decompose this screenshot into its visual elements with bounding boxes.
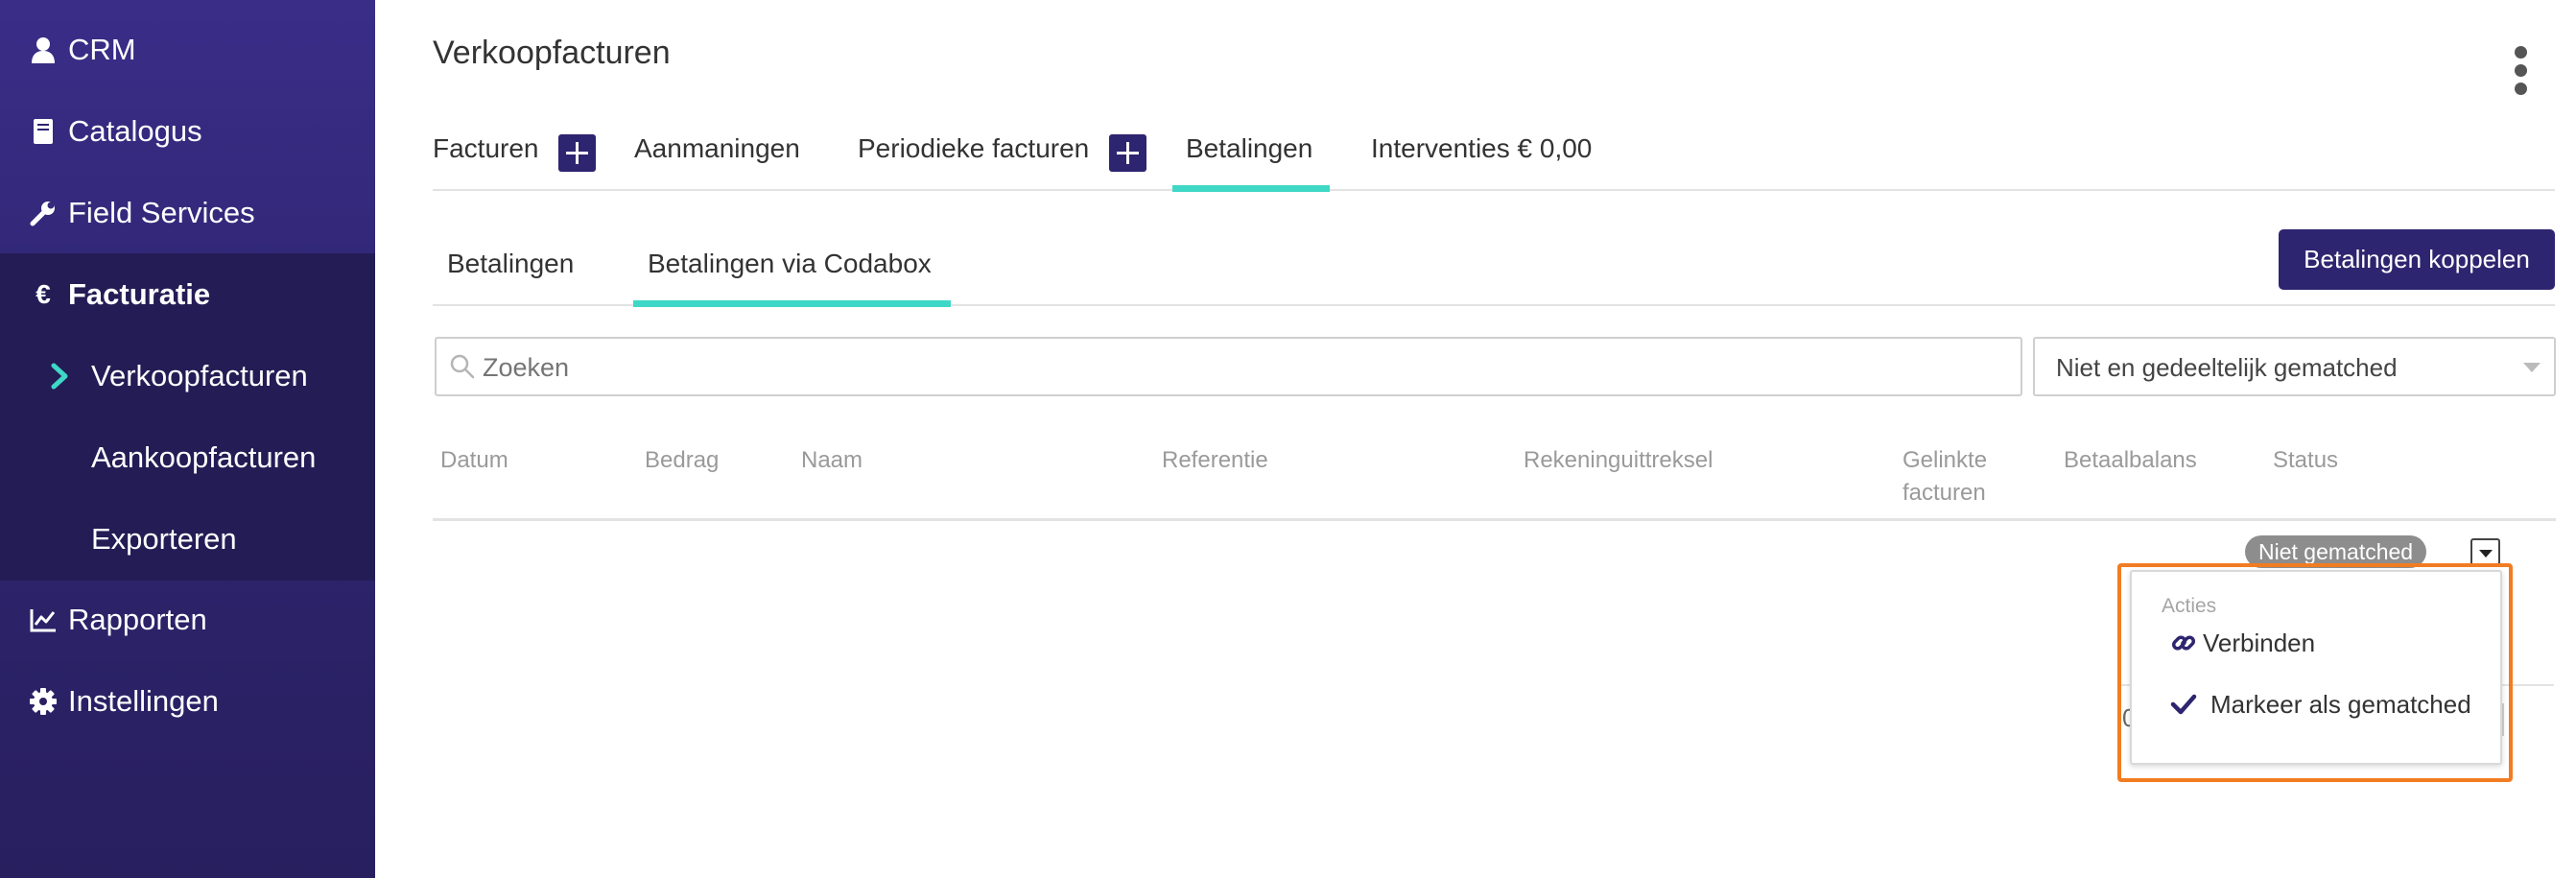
search-icon: [450, 354, 475, 379]
main-tabs: Facturen Aanmaningen Periodieke facturen…: [433, 115, 2555, 192]
sidebar-subitem-exporteren[interactable]: Exporteren: [0, 498, 375, 580]
sidebar-subitem-aankoopfacturen[interactable]: Aankoopfacturen: [0, 416, 375, 498]
column-header-betaalbalans[interactable]: Betaalbalans: [2064, 444, 2197, 477]
sidebar-item-rapporten[interactable]: Rapporten: [0, 579, 375, 660]
add-factuur-button[interactable]: [558, 134, 596, 172]
tab-label: Aanmaningen: [634, 132, 800, 163]
sidebar-item-label: CRM: [68, 32, 136, 66]
column-header-bedrag[interactable]: Bedrag: [645, 444, 719, 477]
row-actions-menu: Acties Verbinden Markeer als gematched: [2130, 570, 2502, 765]
sidebar-item-facturatie[interactable]: € Facturatie: [0, 253, 375, 335]
column-header-referentie[interactable]: Referentie: [1162, 444, 1268, 477]
sidebar-item-label: Facturatie: [68, 276, 211, 311]
add-periodieke-factuur-button[interactable]: [1109, 134, 1146, 172]
column-header-gelinkte-facturen[interactable]: Gelinkte facturen: [1902, 444, 1987, 510]
tab-label: Betalingen: [447, 248, 575, 278]
column-header-status[interactable]: Status: [2273, 444, 2338, 477]
tab-label: Betalingen: [1186, 132, 1313, 163]
menu-header: Acties: [2162, 595, 2217, 617]
menu-item-label: Markeer als gematched: [2210, 689, 2471, 719]
column-header-rekeninguittreksel[interactable]: Rekeninguittreksel: [1524, 444, 1713, 477]
menu-item-markeer-als-gematched[interactable]: Markeer als gematched: [2132, 677, 2500, 731]
tab-betalingen-sub[interactable]: Betalingen: [447, 230, 574, 306]
chevron-down-icon: [2523, 363, 2541, 372]
sidebar-item-field-services[interactable]: Field Services: [0, 172, 375, 253]
link-icon: [2170, 629, 2197, 656]
sidebar-item-label: Rapporten: [68, 602, 207, 636]
sidebar-subitem-label: Verkoopfacturen: [91, 358, 308, 392]
link-payments-button[interactable]: Betalingen koppelen: [2279, 229, 2555, 290]
sidebar-item-label: Instellingen: [68, 683, 219, 718]
wrench-icon: [29, 199, 58, 227]
search-input[interactable]: [483, 346, 2008, 389]
tab-aanmaningen[interactable]: Aanmaningen: [634, 115, 800, 191]
tab-label: Interventies € 0,00: [1371, 132, 1593, 163]
sidebar-subitem-label: Aankoopfacturen: [91, 439, 317, 474]
row-actions-dropdown-button[interactable]: [2470, 538, 2500, 566]
sidebar-item-label: Catalogus: [68, 113, 202, 148]
menu-item-verbinden[interactable]: Verbinden: [2132, 616, 2500, 670]
chart-line-icon: [29, 605, 58, 634]
tab-label: Facturen: [433, 132, 539, 163]
more-options-icon[interactable]: [2512, 46, 2531, 96]
euro-icon: €: [35, 278, 51, 309]
page-title: Verkoopfacturen: [433, 35, 671, 71]
menu-item-label: Verbinden: [2203, 628, 2316, 657]
table-header-divider: [433, 518, 2556, 521]
sidebar: CRM Catalogus Field Services € Facturati…: [0, 0, 375, 878]
gear-icon: [29, 687, 58, 716]
column-header-datum[interactable]: Datum: [440, 444, 508, 477]
payment-subtabs: Betalingen Betalingen via Codabox: [433, 230, 2555, 307]
filter-selected-value: Niet en gedeeltelijk gematched: [2056, 353, 2398, 382]
user-icon: [29, 36, 58, 64]
match-filter-select[interactable]: Niet en gedeeltelijk gematched: [2033, 337, 2556, 396]
column-header-naam[interactable]: Naam: [801, 444, 863, 477]
chevron-right-icon: [50, 362, 71, 391]
tab-periodieke-facturen[interactable]: Periodieke facturen: [858, 115, 1089, 191]
search-field: [435, 337, 2022, 396]
sidebar-subitem-verkoopfacturen[interactable]: Verkoopfacturen: [0, 335, 375, 416]
sidebar-item-label: Field Services: [68, 195, 255, 229]
check-icon: [2170, 691, 2197, 718]
tab-betalingen[interactable]: Betalingen: [1171, 115, 1331, 192]
sidebar-item-crm[interactable]: CRM: [0, 9, 375, 90]
sidebar-subitem-label: Exporteren: [91, 521, 237, 556]
tab-interventies[interactable]: Interventies € 0,00: [1371, 115, 1592, 191]
tab-label: Betalingen via Codabox: [648, 248, 932, 278]
tab-label: Periodieke facturen: [858, 132, 1090, 163]
tab-facturen[interactable]: Facturen: [433, 115, 539, 191]
book-icon: [29, 117, 58, 146]
sidebar-item-catalogus[interactable]: Catalogus: [0, 90, 375, 172]
sidebar-item-instellingen[interactable]: Instellingen: [0, 660, 375, 742]
tab-betalingen-via-codabox[interactable]: Betalingen via Codabox: [633, 230, 951, 307]
